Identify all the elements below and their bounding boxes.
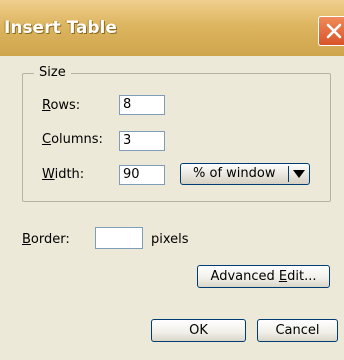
ok-button[interactable]: OK (151, 319, 246, 342)
rows-input[interactable]: 8 (119, 95, 165, 115)
rows-label: Rows: (42, 98, 81, 113)
columns-input[interactable]: 3 (119, 131, 165, 151)
title-bar[interactable]: Insert Table (0, 0, 344, 56)
dropdown-separator (288, 166, 289, 182)
chevron-down-icon (293, 170, 305, 178)
close-button[interactable] (318, 16, 344, 46)
border-label: Border: (22, 232, 70, 247)
window-title: Insert Table (4, 18, 117, 38)
border-unit-label: pixels (151, 232, 189, 247)
width-input[interactable]: 90 (119, 165, 165, 185)
close-icon (326, 23, 342, 39)
width-unit-value: % of window (193, 166, 276, 181)
border-input[interactable] (95, 227, 143, 249)
advanced-edit-button[interactable]: Advanced Edit... (197, 265, 330, 288)
size-legend: Size (34, 65, 71, 80)
cancel-button[interactable]: Cancel (257, 319, 338, 342)
width-label: Width: (42, 167, 85, 182)
width-unit-dropdown[interactable]: % of window (180, 163, 310, 185)
columns-label: Columns: (42, 132, 103, 147)
